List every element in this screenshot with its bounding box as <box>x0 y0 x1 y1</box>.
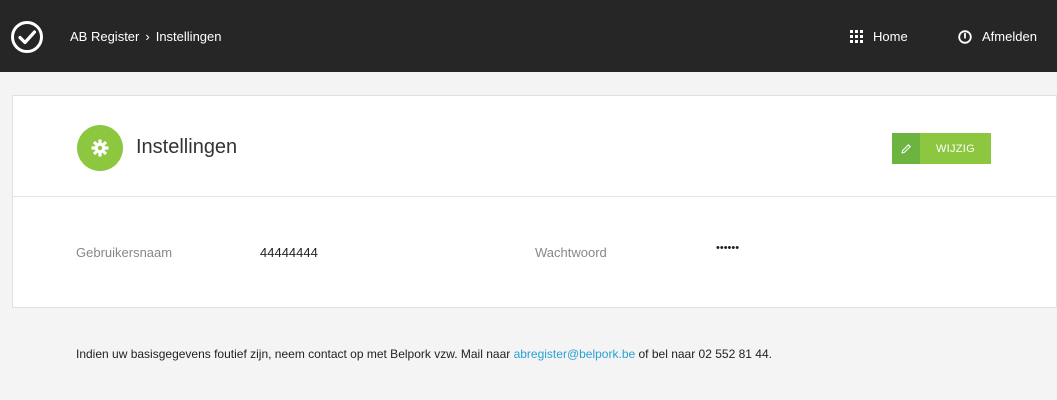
username-label: Gebruikersnaam <box>76 245 173 260</box>
breadcrumb-separator: › <box>145 29 150 44</box>
username-value: 44444444 <box>260 245 318 260</box>
password-value: •••••• <box>716 242 740 254</box>
settings-panel: Instellingen WIJZIG <box>12 95 1057 308</box>
checkmark-logo-icon[interactable] <box>10 20 44 54</box>
top-navigation-bar: AB Register › Instellingen Home Afmelden <box>0 0 1057 72</box>
email-link[interactable]: abregister@belpork.be <box>514 347 636 361</box>
logout-label: Afmelden <box>982 29 1037 44</box>
breadcrumb: AB Register › Instellingen <box>70 29 222 44</box>
apps-grid-icon <box>850 30 863 43</box>
settings-badge <box>77 125 123 171</box>
page-title: Instellingen <box>136 136 238 158</box>
pencil-icon <box>892 133 920 164</box>
settings-panel-header: Instellingen WIJZIG <box>13 96 1056 197</box>
contact-notice: Indien uw basisgegevens foutief zijn, ne… <box>76 347 772 361</box>
notice-text-before: Indien uw basisgegevens foutief zijn, ne… <box>76 347 514 361</box>
edit-button-label: WIJZIG <box>920 133 991 164</box>
password-label: Wachtwoord <box>535 245 607 260</box>
breadcrumb-item-instellingen: Instellingen <box>155 29 222 44</box>
notice-text-after: of bel naar 02 552 81 44. <box>635 347 772 361</box>
edit-button[interactable]: WIJZIG <box>892 133 991 164</box>
home-nav-link[interactable]: Home <box>850 29 908 44</box>
gear-icon <box>91 139 109 157</box>
home-label: Home <box>873 29 908 44</box>
power-icon <box>958 29 972 44</box>
logout-nav-link[interactable]: Afmelden <box>958 29 1037 44</box>
breadcrumb-item-ab-register[interactable]: AB Register <box>70 29 139 44</box>
